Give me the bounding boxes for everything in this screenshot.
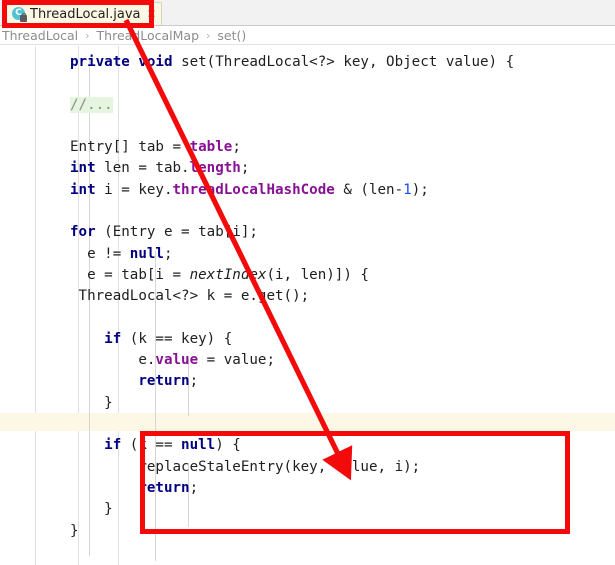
code-token: ); — [411, 181, 429, 198]
code-token: (Entry e = tab[i]; — [104, 224, 258, 241]
code-token: nextIndex — [189, 266, 267, 283]
breadcrumb-separator: › — [85, 28, 90, 42]
code-line: private void set(ThreadLocal<?> key, Obj… — [70, 52, 615, 73]
code-line: int i = key.threadLocalHashCode & (len-1… — [70, 180, 615, 201]
breadcrumb-separator: › — [206, 28, 211, 42]
code-token: Entry[] tab = — [70, 139, 190, 156]
code-token: if — [104, 437, 130, 454]
annotation-box-editor-tab — [2, 0, 154, 28]
code-token: } — [70, 522, 79, 539]
code-token: int — [70, 160, 105, 177]
code-token: ; — [189, 373, 199, 390]
code-line: for (Entry e = tab[i]; — [70, 222, 615, 243]
code-line: //... — [70, 95, 615, 116]
code-line: Entry[] tab = table; — [70, 137, 615, 158]
annotation-box-if-k-null — [140, 431, 570, 534]
code-token: ; — [240, 160, 250, 177]
code-line: e.value = value; — [70, 350, 615, 371]
code-line: return; — [70, 371, 615, 392]
code-line: ThreadLocal<?> k = e.get(); — [70, 286, 615, 307]
code-token: e. — [70, 352, 156, 369]
code-token: len = tab. — [104, 160, 190, 177]
code-token: (i, len)]) { — [266, 266, 369, 283]
code-token: & (len- — [334, 181, 404, 198]
code-line: e = tab[i = nextIndex(i, len)]) { — [70, 265, 615, 286]
code-token: int — [70, 181, 105, 198]
code-token: set(ThreadLocal<?> key, Object value) { — [181, 54, 515, 70]
code-token: if — [104, 330, 130, 347]
code-token: length — [189, 160, 241, 177]
code-line: int len = tab.length; — [70, 158, 615, 179]
code-token: private — [70, 54, 139, 70]
code-token: e = tab[i = — [70, 266, 190, 283]
code-token: //... — [70, 96, 113, 113]
code-token: null — [129, 245, 164, 262]
code-line: } — [70, 393, 615, 414]
code-token: void — [138, 54, 182, 70]
code-token: ; — [232, 139, 241, 156]
breadcrumb-item-set[interactable]: set() — [217, 28, 246, 43]
code-token: } — [70, 501, 113, 518]
editor-window: C ThreadLocal.java ✕ ThreadLocal › Threa… — [0, 0, 615, 565]
code-token: (k == key) { — [129, 330, 233, 347]
breadcrumb-item-threadlocalmap[interactable]: ThreadLocalMap — [97, 28, 199, 43]
code-token: table — [189, 139, 233, 156]
code-token: ; — [163, 245, 173, 262]
breadcrumb: ThreadLocal › ThreadLocalMap › set() — [0, 26, 615, 45]
code-line: e != null; — [70, 244, 615, 265]
breadcrumb-item-threadlocal[interactable]: ThreadLocal — [2, 28, 78, 43]
code-token: i = key. — [104, 181, 173, 198]
code-token: e != — [70, 245, 130, 262]
code-token: = value; — [198, 352, 276, 369]
code-token: ThreadLocal<?> k = e.get(); — [70, 288, 310, 305]
code-line: if (k == key) { — [70, 329, 615, 350]
code-token: for — [70, 224, 105, 241]
code-token: } — [70, 394, 113, 411]
code-token: 1 — [403, 181, 412, 198]
code-token: value — [155, 352, 199, 369]
code-token: return — [138, 373, 190, 390]
code-token: threadLocalHashCode — [172, 181, 335, 198]
